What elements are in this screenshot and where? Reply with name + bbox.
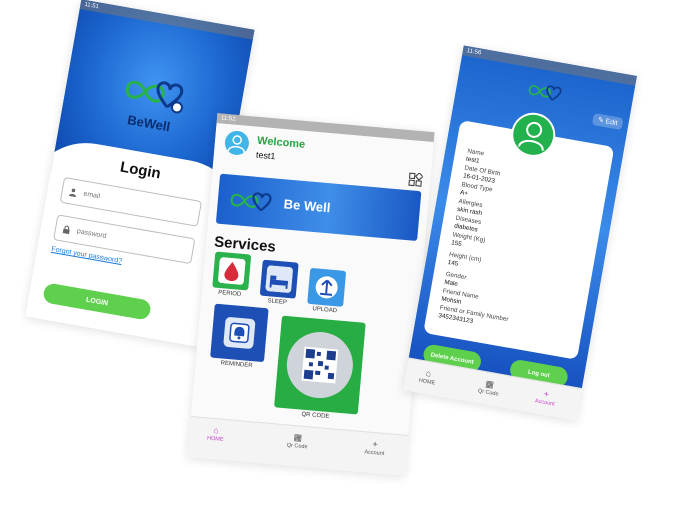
service-label: UPLOAD	[312, 306, 338, 315]
account-screen: 11:56 ✎ Edit Name test1 Date Of Birth 16…	[402, 45, 638, 421]
edit-label: Edit	[604, 118, 619, 128]
lock-icon	[61, 224, 71, 234]
nav-qr-code[interactable]: ▦ Qr Code	[477, 377, 500, 397]
upload-icon	[307, 267, 347, 307]
qr-code-icon	[274, 315, 366, 415]
person-outline-icon	[518, 121, 544, 151]
nav-label: HOME	[206, 435, 224, 443]
person-outline-icon	[227, 135, 245, 153]
grid-menu-icon[interactable]	[408, 172, 424, 187]
pencil-icon: ✎	[597, 116, 605, 125]
bewell-logo: BeWell	[113, 67, 192, 136]
banner-title: Be Well	[283, 196, 331, 216]
avatar[interactable]	[223, 129, 250, 156]
service-period[interactable]: PERIOD	[212, 251, 252, 299]
nav-label: Account	[364, 449, 385, 457]
bottom-nav: ⌂ HOME ▦ Qr Code + Account	[187, 415, 409, 476]
blood-drop-icon	[212, 251, 252, 291]
service-label: SLEEP	[267, 298, 288, 306]
service-upload[interactable]: UPLOAD	[306, 267, 347, 315]
service-sleep[interactable]: SLEEP	[259, 259, 299, 307]
service-label: PERIOD	[218, 289, 242, 298]
nav-home[interactable]: ⌂ HOME	[207, 425, 225, 443]
nav-home[interactable]: ⌂ HOME	[418, 367, 437, 387]
service-qr-code[interactable]: QR CODE	[273, 315, 366, 423]
heart-infinity-icon	[230, 192, 272, 212]
nav-label: Qr Code	[286, 442, 308, 451]
person-icon	[68, 186, 78, 197]
home-screen: 11:52 Welcome test1 Be Well Services PER…	[187, 113, 435, 476]
nav-qr-code[interactable]: ▦ Qr Code	[286, 432, 308, 451]
nav-account[interactable]: + Account	[364, 438, 385, 457]
bed-icon	[259, 259, 299, 299]
service-reminder[interactable]: REMINDER	[209, 303, 269, 370]
username: test1	[255, 149, 276, 162]
bell-icon	[210, 303, 269, 363]
bewell-banner: Be Well	[215, 173, 422, 242]
nav-account[interactable]: + Account	[535, 387, 558, 408]
